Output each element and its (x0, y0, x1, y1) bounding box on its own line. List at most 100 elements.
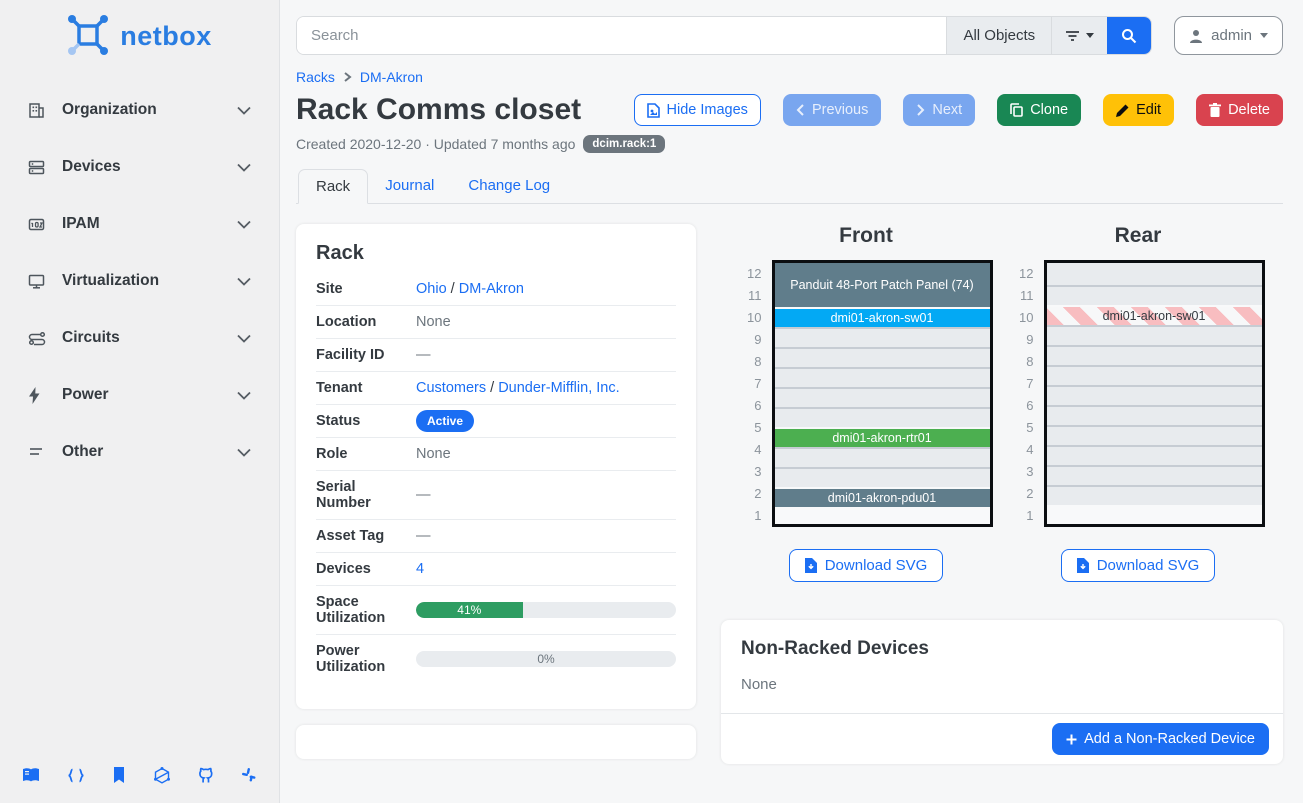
rack-unit-12-empty (1047, 263, 1262, 285)
chevron-down-icon (237, 334, 251, 343)
non-racked-devices-panel: Non-Racked Devices None Add a Non-Racked… (721, 620, 1283, 764)
rest-api-braces-icon[interactable] (67, 768, 85, 783)
rack-unit-4-device[interactable]: dmi01-akron-rtr01 (775, 427, 990, 447)
unit-number-7: 7 (1012, 373, 1034, 395)
object-type-button[interactable]: All Objects (946, 17, 1051, 54)
search-filter-button[interactable] (1051, 17, 1107, 54)
tab-bar: RackJournalChange Log (296, 169, 1283, 204)
non-racked-body: None (721, 660, 1283, 713)
netbox-logo[interactable]: netbox (0, 0, 279, 68)
attr-value: None (416, 314, 676, 330)
customers-link[interactable]: Customers (416, 380, 486, 396)
server-icon (28, 159, 54, 176)
rack-unit-7-empty (775, 367, 990, 387)
filter-icon (1065, 30, 1080, 42)
tab-rack[interactable]: Rack (298, 169, 368, 204)
chevron-down-icon (237, 220, 251, 229)
slack-icon[interactable] (241, 767, 257, 783)
rack-unit-3-empty (1047, 445, 1262, 465)
rear-elevation: Rear121110987654321dmi01-akron-sw01Downl… (1003, 224, 1273, 582)
dm-akron-link[interactable]: DM-Akron (459, 281, 524, 297)
search-icon (1121, 28, 1137, 44)
file-download-icon (1077, 558, 1089, 573)
sidebar-item-circuits[interactable]: Circuits (22, 318, 257, 358)
sidebar-item-label: Power (62, 386, 237, 404)
rack-unit-6-empty (775, 387, 990, 407)
attr-label: Asset Tag (316, 528, 416, 544)
sidebar-item-label: Other (62, 443, 237, 461)
unit-number-5: 5 (740, 417, 762, 439)
clone-button[interactable]: Clone (997, 94, 1081, 126)
docs-book-icon[interactable] (22, 767, 40, 783)
non-racked-title: Non-Racked Devices (721, 620, 1283, 660)
edit-button[interactable]: Edit (1103, 94, 1174, 126)
unit-number-7: 7 (740, 373, 762, 395)
rack-attr-role: RoleNone (316, 437, 676, 470)
sidebar-footer (0, 747, 279, 803)
delete-button[interactable]: Delete (1196, 94, 1283, 126)
sidebar-item-other[interactable]: Other (22, 432, 257, 472)
user-menu-button[interactable]: admin (1174, 16, 1283, 55)
netbox-wordmark: netbox (120, 21, 212, 52)
github-icon[interactable] (197, 767, 214, 784)
rack-attr-status: StatusActive (316, 404, 676, 437)
previous-button[interactable]: Previous (783, 94, 881, 126)
attr-label: Facility ID (316, 347, 416, 363)
rack-unit-11-empty (1047, 285, 1262, 305)
tab-journal[interactable]: Journal (368, 169, 451, 204)
sidebar-item-ipam[interactable]: IPAM (22, 204, 257, 244)
rack-unit-10-device[interactable]: dmi01-akron-sw01 (1047, 305, 1262, 325)
netbox-logo-icon (67, 14, 111, 58)
front-elevation: Front121110987654321Panduit 48-Port Patc… (731, 224, 1001, 582)
attr-value: — (416, 487, 676, 503)
sidebar-item-organization[interactable]: Organization (22, 90, 257, 130)
chevron-down-icon (237, 448, 251, 457)
api-journal-icon[interactable] (112, 767, 126, 783)
4-link[interactable]: 4 (416, 561, 424, 577)
sidebar-item-power[interactable]: Power (22, 375, 257, 415)
next-button[interactable]: Next (903, 94, 975, 126)
chevron-down-icon (237, 106, 251, 115)
file-download-icon (805, 558, 817, 573)
rack-unit-10-device[interactable]: dmi01-akron-sw01 (775, 307, 990, 327)
sidebar: netbox Organization Devices IPAM Virtualiza… (0, 0, 280, 803)
hide-images-button[interactable]: Hide Images (634, 94, 761, 126)
search-input[interactable] (297, 17, 946, 54)
page-title: Rack Comms closet (296, 93, 581, 127)
user-name: admin (1211, 27, 1252, 44)
breadcrumb-rack-link[interactable]: DM-Akron (360, 69, 423, 85)
attr-label: Devices (316, 561, 416, 577)
page-header: Rack Comms closet Hide Images Previous N… (296, 93, 1283, 127)
tab-change-log[interactable]: Change Log (451, 169, 567, 204)
graphql-icon[interactable] (154, 767, 170, 784)
breadcrumb-racks-link[interactable]: Racks (296, 69, 335, 85)
pencil-icon (1116, 104, 1129, 117)
rack-unit-8-empty (775, 347, 990, 367)
created-updated-text: Created 2020-12-20 · Updated 7 months ag… (296, 136, 575, 152)
attr-value: 4 (416, 561, 676, 577)
rack-unit-4-empty (1047, 425, 1262, 445)
attr-value: 0% (416, 651, 676, 667)
unit-number-2: 2 (740, 483, 762, 505)
rack-attr-site: SiteOhio / DM-Akron (316, 273, 676, 305)
sidebar-item-virtualization[interactable]: Virtualization (22, 261, 257, 301)
ohio-link[interactable]: Ohio (416, 281, 447, 297)
unit-number-12: 12 (1012, 263, 1034, 285)
sidebar-item-devices[interactable]: Devices (22, 147, 257, 187)
unit-number-2: 2 (1012, 483, 1034, 505)
sidebar-item-label: Virtualization (62, 272, 237, 290)
top-navbar: All Objects admin (296, 16, 1283, 55)
dunder-mifflin-inc-link[interactable]: Dunder-Mifflin, Inc. (498, 380, 619, 396)
download-svg-rear-button[interactable]: Download SVG (1061, 549, 1216, 582)
sidebar-item-label: IPAM (62, 215, 237, 233)
attr-value: None (416, 446, 676, 462)
chevron-left-icon (796, 104, 805, 116)
rack-unit-12-device[interactable]: Panduit 48-Port Patch Panel (74) (775, 263, 990, 307)
unit-number-6: 6 (1012, 395, 1034, 417)
add-non-racked-device-button[interactable]: Add a Non-Racked Device (1052, 723, 1269, 755)
search-submit-button[interactable] (1107, 17, 1151, 54)
rack-unit-1-device[interactable]: dmi01-akron-pdu01 (775, 487, 990, 507)
sidebar-item-label: Circuits (62, 329, 237, 347)
unit-number-9: 9 (740, 329, 762, 351)
download-svg-front-button[interactable]: Download SVG (789, 549, 944, 582)
